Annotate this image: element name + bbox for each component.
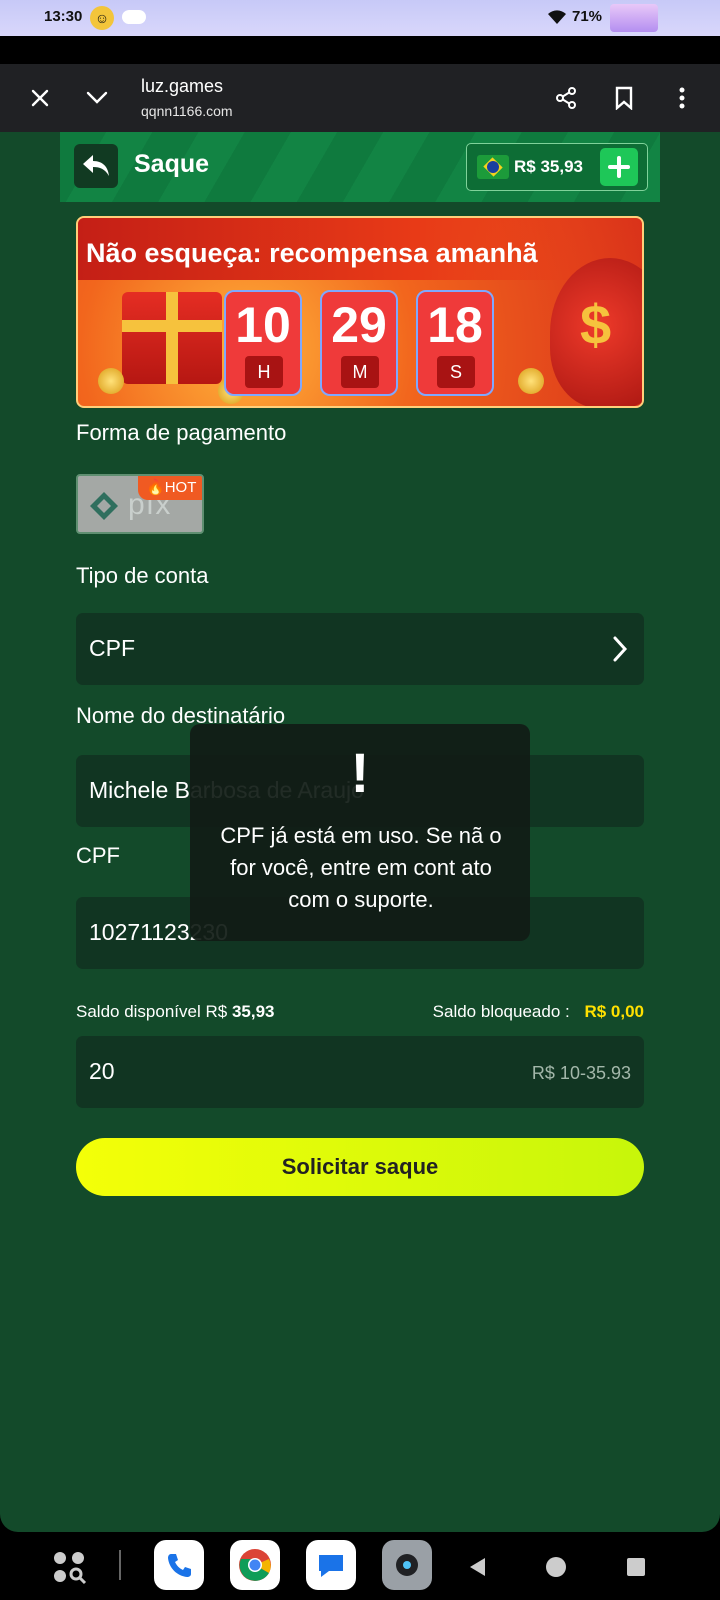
battery-icon [610,4,658,32]
brazil-flag-icon [477,155,509,179]
status-time: 13:30 [44,8,83,25]
cpf-label: CPF [76,843,120,868]
blocked-balance-label: Saldo bloqueado : [432,1002,570,1021]
timer-hours: 10 H [224,290,302,396]
messages-app-icon[interactable] [306,1540,356,1590]
error-toast: ! CPF já está em uso. Se nã o for você, … [190,724,530,941]
timer-seconds-value: 18 [427,297,483,353]
status-bar: 13:30 ☺ 71% [0,0,720,36]
payment-method-label: Forma de pagamento [76,420,287,445]
site-url[interactable]: qqnn1166.com [141,103,233,119]
amount-input[interactable]: 20 R$ 10-35.93 [76,1036,644,1108]
timer-hours-unit: H [245,356,283,388]
hot-badge: 🔥HOT [138,476,202,500]
wifi-icon [547,9,567,30]
sheep-icon [122,10,146,24]
hot-badge-label: HOT [164,479,197,496]
available-balance: Saldo disponível R$ 35,93 [76,1002,275,1022]
gift-box-icon [122,292,222,384]
more-vert-icon[interactable] [662,78,702,118]
available-balance-label: Saldo disponível R$ [76,1002,228,1021]
toast-message: CPF já está em uso. Se nã o for você, en… [220,823,502,912]
nav-divider [119,1550,121,1580]
balance-info-row: Saldo disponível R$ 35,93 Saldo bloquead… [76,1002,644,1028]
account-type-value: CPF [89,635,135,661]
exclamation-icon: ! [350,741,370,804]
timer-minutes: 29 M [320,290,398,396]
emoji-icon: ☺ [90,6,114,30]
money-bag-icon: $ [550,258,642,406]
amount-value: 20 [89,1058,115,1084]
chevron-right-icon [613,636,628,662]
flame-icon: 🔥 [146,479,165,496]
battery-level: 71% [572,8,603,25]
timer-minutes-unit: M [341,356,379,388]
available-balance-value: 35,93 [231,1002,275,1021]
browser-toolbar: luz.games qqnn1166.com [0,64,720,132]
share-icon[interactable] [546,78,586,118]
site-name: luz.games [141,76,224,96]
plus-icon [608,156,630,178]
amount-range-hint: R$ 10-35.93 [531,1063,631,1083]
back-nav-icon[interactable] [462,1552,492,1582]
request-withdrawal-button[interactable]: Solicitar saque [76,1138,644,1196]
deposit-button[interactable] [600,148,638,186]
balance-amount: R$ 35,93 [514,157,583,176]
chevron-down-icon[interactable] [77,78,117,118]
timer-seconds: 18 S [416,290,494,396]
blocked-balance: Saldo bloqueado : R$ 0,00 [433,1002,644,1022]
app-header: Saque R$ 35,93 [60,132,660,202]
balance-display: R$ 35,93 [466,143,648,191]
reward-banner[interactable]: $ Não esqueça: recompensa amanhã 10 H 29… [76,216,644,408]
camera-app-icon[interactable] [382,1540,432,1590]
coin-icon [518,368,544,394]
chrome-app-icon[interactable] [230,1540,280,1590]
system-nav-bar [0,1532,720,1600]
timer-seconds-unit: S [437,356,475,388]
timer-minutes-value: 29 [331,297,387,353]
account-type-select[interactable]: CPF [76,613,644,685]
timer-hours-value: 10 [235,297,291,353]
banner-headline: Não esqueça: recompensa amanhã [86,238,538,268]
app-drawer-icon[interactable] [52,1550,88,1586]
coin-icon [98,368,124,394]
pix-payment-option[interactable]: pix 🔥HOT [76,474,204,534]
pix-logo-icon [90,492,118,520]
back-button[interactable] [74,144,118,188]
notch-band [0,36,720,64]
account-type-label: Tipo de conta [76,563,209,588]
back-arrow-icon [83,155,109,176]
blocked-balance-value: R$ 0,00 [584,1002,644,1021]
phone-app-icon[interactable] [154,1540,204,1590]
close-icon[interactable] [20,78,60,118]
page-title: Saque [134,150,210,178]
recents-nav-icon[interactable] [621,1552,651,1582]
home-nav-icon[interactable] [541,1552,571,1582]
bookmark-icon[interactable] [604,78,644,118]
